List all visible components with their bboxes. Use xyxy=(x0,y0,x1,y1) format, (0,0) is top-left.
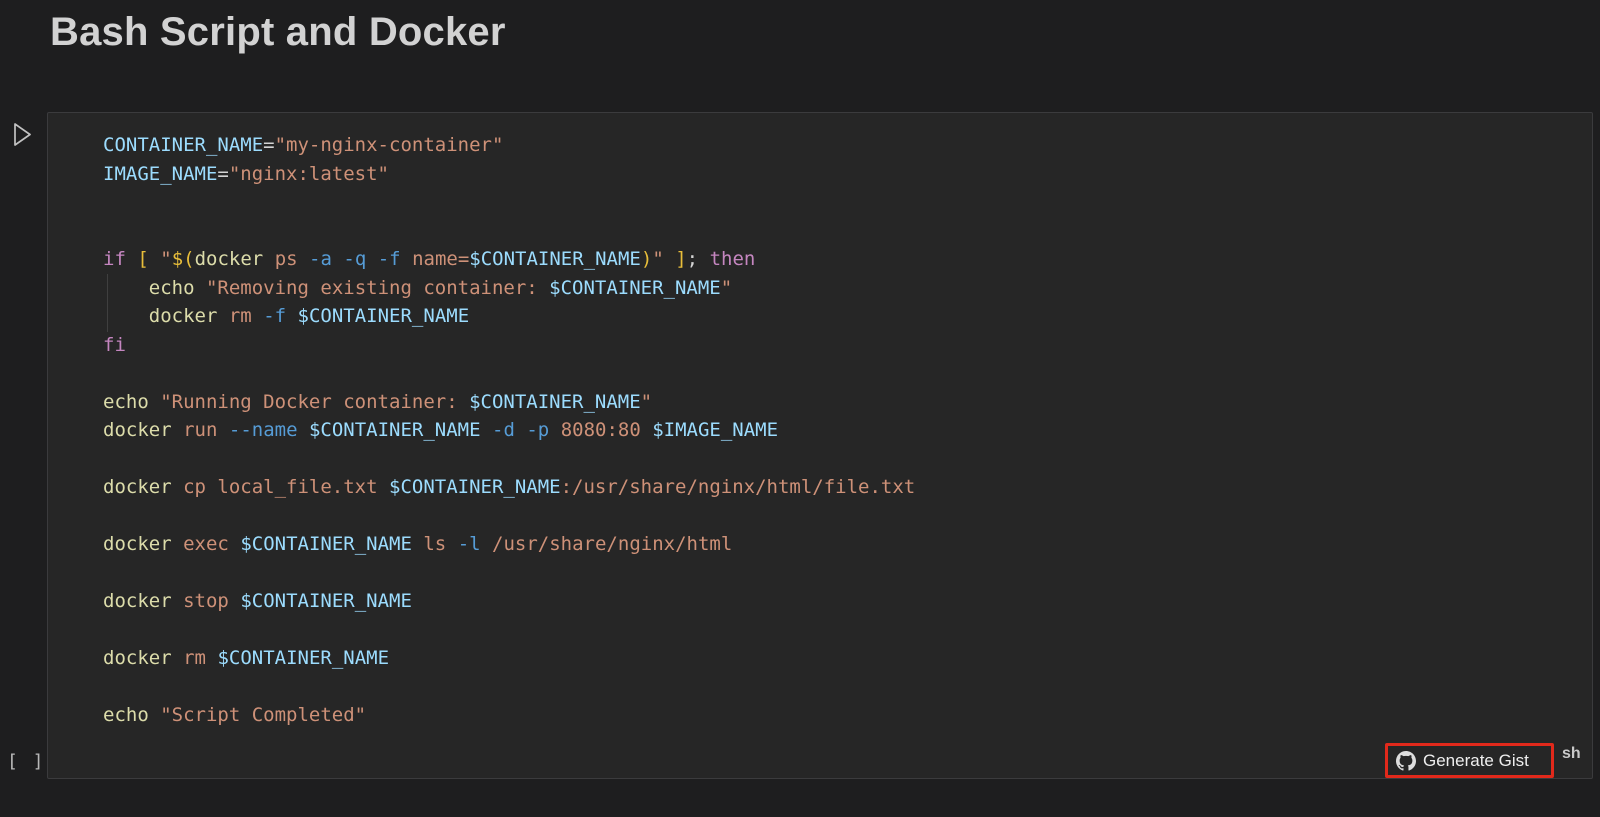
run-cell-play-icon[interactable] xyxy=(13,122,32,147)
language-label: sh xyxy=(1562,745,1581,763)
code-line xyxy=(103,217,1572,246)
cell-state-brackets-icon: [ ] xyxy=(7,751,46,772)
code-line: docker stop $CONTAINER_NAME xyxy=(103,587,1572,616)
code-line: echo "Script Completed" xyxy=(103,701,1572,730)
code-line: CONTAINER_NAME="my-nginx-container" xyxy=(103,131,1572,160)
code-content[interactable]: CONTAINER_NAME="my-nginx-container"IMAGE… xyxy=(48,113,1592,778)
code-line xyxy=(103,559,1572,588)
code-line: IMAGE_NAME="nginx:latest" xyxy=(103,160,1572,189)
code-line: echo "Removing existing container: $CONT… xyxy=(103,274,1572,303)
generate-gist-label: Generate Gist xyxy=(1423,751,1529,771)
gist-highlight-box: Generate Gist xyxy=(1385,743,1554,778)
code-line: docker exec $CONTAINER_NAME ls -l /usr/s… xyxy=(103,530,1572,559)
code-line: echo "Running Docker container: $CONTAIN… xyxy=(103,388,1572,417)
code-line: docker rm -f $CONTAINER_NAME xyxy=(103,302,1572,331)
code-line xyxy=(103,673,1572,702)
code-line: docker run --name $CONTAINER_NAME -d -p … xyxy=(103,416,1572,445)
code-line: docker cp local_file.txt $CONTAINER_NAME… xyxy=(103,473,1572,502)
code-line: fi xyxy=(103,331,1572,360)
generate-gist-button[interactable]: Generate Gist xyxy=(1388,751,1537,771)
code-line xyxy=(103,616,1572,645)
github-icon xyxy=(1396,751,1416,771)
code-line xyxy=(103,502,1572,531)
indent-guide xyxy=(107,274,108,332)
code-line: if [ "$(docker ps -a -q -f name=$CONTAIN… xyxy=(103,245,1572,274)
code-line xyxy=(103,445,1572,474)
code-line xyxy=(103,188,1572,217)
code-line: docker rm $CONTAINER_NAME xyxy=(103,644,1572,673)
page-title: Bash Script and Docker xyxy=(50,10,506,55)
code-block: CONTAINER_NAME="my-nginx-container"IMAGE… xyxy=(47,112,1593,779)
code-line xyxy=(103,359,1572,388)
